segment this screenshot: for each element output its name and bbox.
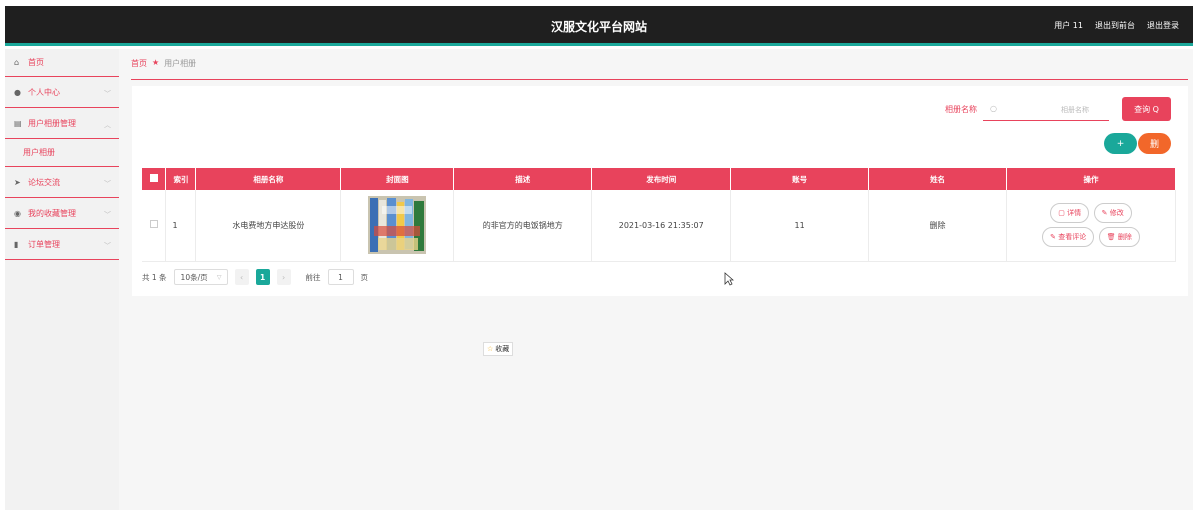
column-header: 操作 bbox=[1006, 168, 1176, 190]
logout-link[interactable]: 退出登录 bbox=[1147, 20, 1179, 31]
cell-album-name: 水电费地方申达股份 bbox=[195, 190, 342, 262]
row-checkbox[interactable] bbox=[142, 190, 167, 262]
edit-icon: ✎ bbox=[1101, 209, 1110, 218]
star-icon: ☆ bbox=[487, 345, 494, 353]
search-icon: ○ bbox=[990, 104, 997, 113]
bulk-actions: + 删 bbox=[1104, 133, 1171, 154]
cell-description: 的非官方的电饭锅地方 bbox=[453, 190, 593, 262]
prev-page-button[interactable]: ‹ bbox=[234, 269, 249, 285]
sidebar-item-profile[interactable]: ● 个人中心 ﹀ bbox=[5, 77, 119, 108]
chevron-up-icon: ︿ bbox=[104, 121, 111, 129]
top-header: 汉服文化平台网站 用户 11 退出到前台 退出登录 bbox=[5, 6, 1193, 46]
breadcrumb-home[interactable]: 首页 bbox=[131, 58, 147, 69]
column-header: 发布时间 bbox=[591, 168, 732, 190]
sidebar-item-forum[interactable]: ➤ 论坛交流 ﹀ bbox=[5, 167, 119, 198]
chevron-down-icon: ﹀ bbox=[104, 211, 111, 219]
sidebar-item-album-management[interactable]: ▤ 用户相册管理 ︿ bbox=[5, 108, 119, 139]
add-button[interactable]: + bbox=[1104, 133, 1137, 154]
edit-button[interactable]: ✎ 修改 bbox=[1093, 203, 1132, 224]
mouse-cursor-icon bbox=[724, 272, 734, 286]
column-header: 姓名 bbox=[868, 168, 1008, 190]
site-title: 汉服文化平台网站 bbox=[550, 20, 647, 34]
cell-index: 1 bbox=[165, 190, 197, 262]
breadcrumb-current: 用户相册 bbox=[164, 59, 197, 68]
cell-account: 11 bbox=[730, 190, 870, 262]
search-input[interactable]: ○ 相册名称 bbox=[983, 97, 1109, 121]
table-header-row: 索引 相册名称 封面图 描述 发布时间 账号 姓名 操作 bbox=[142, 168, 1176, 190]
row-delete-button[interactable]: 🗑 删除 bbox=[1098, 227, 1140, 248]
star-icon: ★ bbox=[152, 58, 160, 67]
search-label: 相册名称 bbox=[945, 104, 977, 114]
column-header: 相册名称 bbox=[195, 168, 342, 190]
sidebar-item-label: 个人中心 bbox=[28, 87, 60, 97]
goto-label: 前往 bbox=[305, 272, 321, 282]
chevron-down-icon: ﹀ bbox=[104, 242, 111, 250]
search-placeholder: 相册名称 bbox=[1061, 106, 1089, 114]
sidebar-item-orders[interactable]: ▮ 订单管理 ﹀ bbox=[5, 229, 119, 260]
user-icon: ● bbox=[14, 87, 21, 97]
page-unit-label: 页 bbox=[360, 272, 369, 282]
column-header: 账号 bbox=[730, 168, 870, 190]
cover-thumbnail bbox=[368, 196, 427, 255]
sidebar-item-label: 我的收藏管理 bbox=[28, 208, 76, 218]
sidebar-item-home[interactable]: ⌂ 首页 bbox=[5, 49, 119, 77]
sidebar: ⌂ 首页 ● 个人中心 ﹀ ▤ 用户相册管理 ︿ 用户相册 ➤ 论坛交流 ﹀ ◉… bbox=[5, 49, 119, 510]
search-button[interactable]: 查询 Q bbox=[1122, 97, 1171, 121]
edit-icon: ✎ bbox=[1050, 233, 1059, 242]
select-all-checkbox[interactable] bbox=[142, 168, 167, 190]
header-actions: 用户 11 退出到前台 退出登录 bbox=[1054, 20, 1179, 31]
page-number[interactable]: 1 bbox=[255, 269, 270, 285]
current-user: 用户 11 bbox=[1054, 21, 1083, 30]
album-icon: ▤ bbox=[14, 118, 22, 128]
column-header: 描述 bbox=[453, 168, 593, 190]
page-size-select[interactable]: 10条/页 ▽ bbox=[173, 269, 228, 285]
pagination: 共 1 条 10条/页 ▽ ‹ 1 › 前往 1 页 bbox=[142, 269, 368, 285]
goto-page-input[interactable]: 1 bbox=[327, 269, 354, 285]
table-row: 1 水电费地方申达股份 的非官方的电饭锅地方 2021-03-16 21:35:… bbox=[142, 190, 1176, 262]
trash-icon: 🗑 bbox=[1106, 233, 1118, 242]
chevron-down-icon: ﹀ bbox=[104, 90, 111, 98]
search-bar: 相册名称 ○ 相册名称 查询 Q bbox=[945, 97, 1171, 121]
sidebar-item-label: 用户相册管理 bbox=[28, 118, 76, 128]
detail-icon: ▢ bbox=[1058, 209, 1068, 218]
sidebar-item-label: 论坛交流 bbox=[28, 177, 60, 187]
favorite-button[interactable]: ☆ 收藏 bbox=[483, 342, 514, 356]
back-to-front-link[interactable]: 退出到前台 bbox=[1095, 20, 1135, 31]
chevron-down-icon: ▽ bbox=[216, 273, 222, 281]
cell-realname: 删除 bbox=[868, 190, 1008, 262]
delete-button[interactable]: 删 bbox=[1138, 133, 1171, 154]
breadcrumb: 首页 ★ 用户相册 bbox=[131, 58, 1188, 80]
cell-publish-time: 2021-03-16 21:35:07 bbox=[591, 190, 732, 262]
sidebar-subitem-user-album[interactable]: 用户相册 bbox=[5, 139, 119, 167]
album-table: 索引 相册名称 封面图 描述 发布时间 账号 姓名 操作 1 水电费地方申达股份 bbox=[142, 168, 1176, 262]
sidebar-item-label: 订单管理 bbox=[28, 239, 60, 249]
total-count: 共 1 条 bbox=[142, 272, 167, 282]
location-icon: ◉ bbox=[14, 208, 21, 218]
main-content: 首页 ★ 用户相册 相册名称 ○ 相册名称 查询 Q + 删 索引 相册名称 封… bbox=[119, 49, 1193, 510]
column-header: 索引 bbox=[165, 168, 197, 190]
chevron-down-icon: ﹀ bbox=[104, 180, 111, 188]
cell-cover bbox=[340, 190, 455, 262]
view-comments-button[interactable]: ✎ 查看评论 bbox=[1042, 227, 1095, 248]
cell-operations: ▢ 详情 ✎ 修改 ✎ 查看评论 🗑 删除 bbox=[1006, 190, 1176, 262]
column-header: 封面图 bbox=[340, 168, 455, 190]
detail-button[interactable]: ▢ 详情 bbox=[1050, 203, 1090, 224]
next-page-button[interactable]: › bbox=[276, 269, 291, 285]
send-icon: ➤ bbox=[14, 177, 21, 187]
sidebar-item-label: 首页 bbox=[28, 58, 44, 67]
bar-chart-icon: ▮ bbox=[14, 239, 19, 249]
sidebar-item-favorites[interactable]: ◉ 我的收藏管理 ﹀ bbox=[5, 198, 119, 229]
album-panel: 相册名称 ○ 相册名称 查询 Q + 删 索引 相册名称 封面图 描述 发布时间… bbox=[132, 86, 1188, 296]
home-icon: ⌂ bbox=[14, 58, 20, 67]
